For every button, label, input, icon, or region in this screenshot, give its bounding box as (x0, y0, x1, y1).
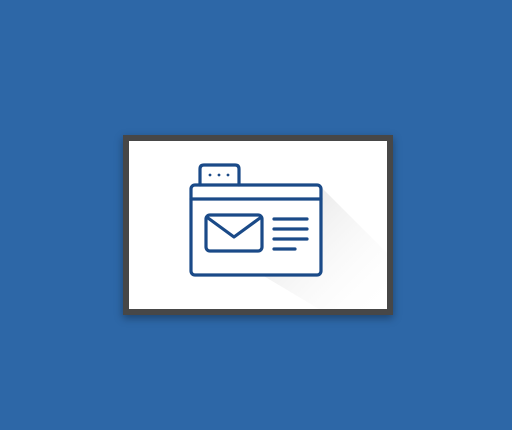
image-frame (123, 135, 393, 315)
envelope-icon (204, 213, 264, 253)
text-lines-icon (272, 217, 309, 251)
long-shadow (262, 185, 387, 309)
email-webpage-icon (129, 141, 387, 309)
icon-card (129, 141, 387, 309)
